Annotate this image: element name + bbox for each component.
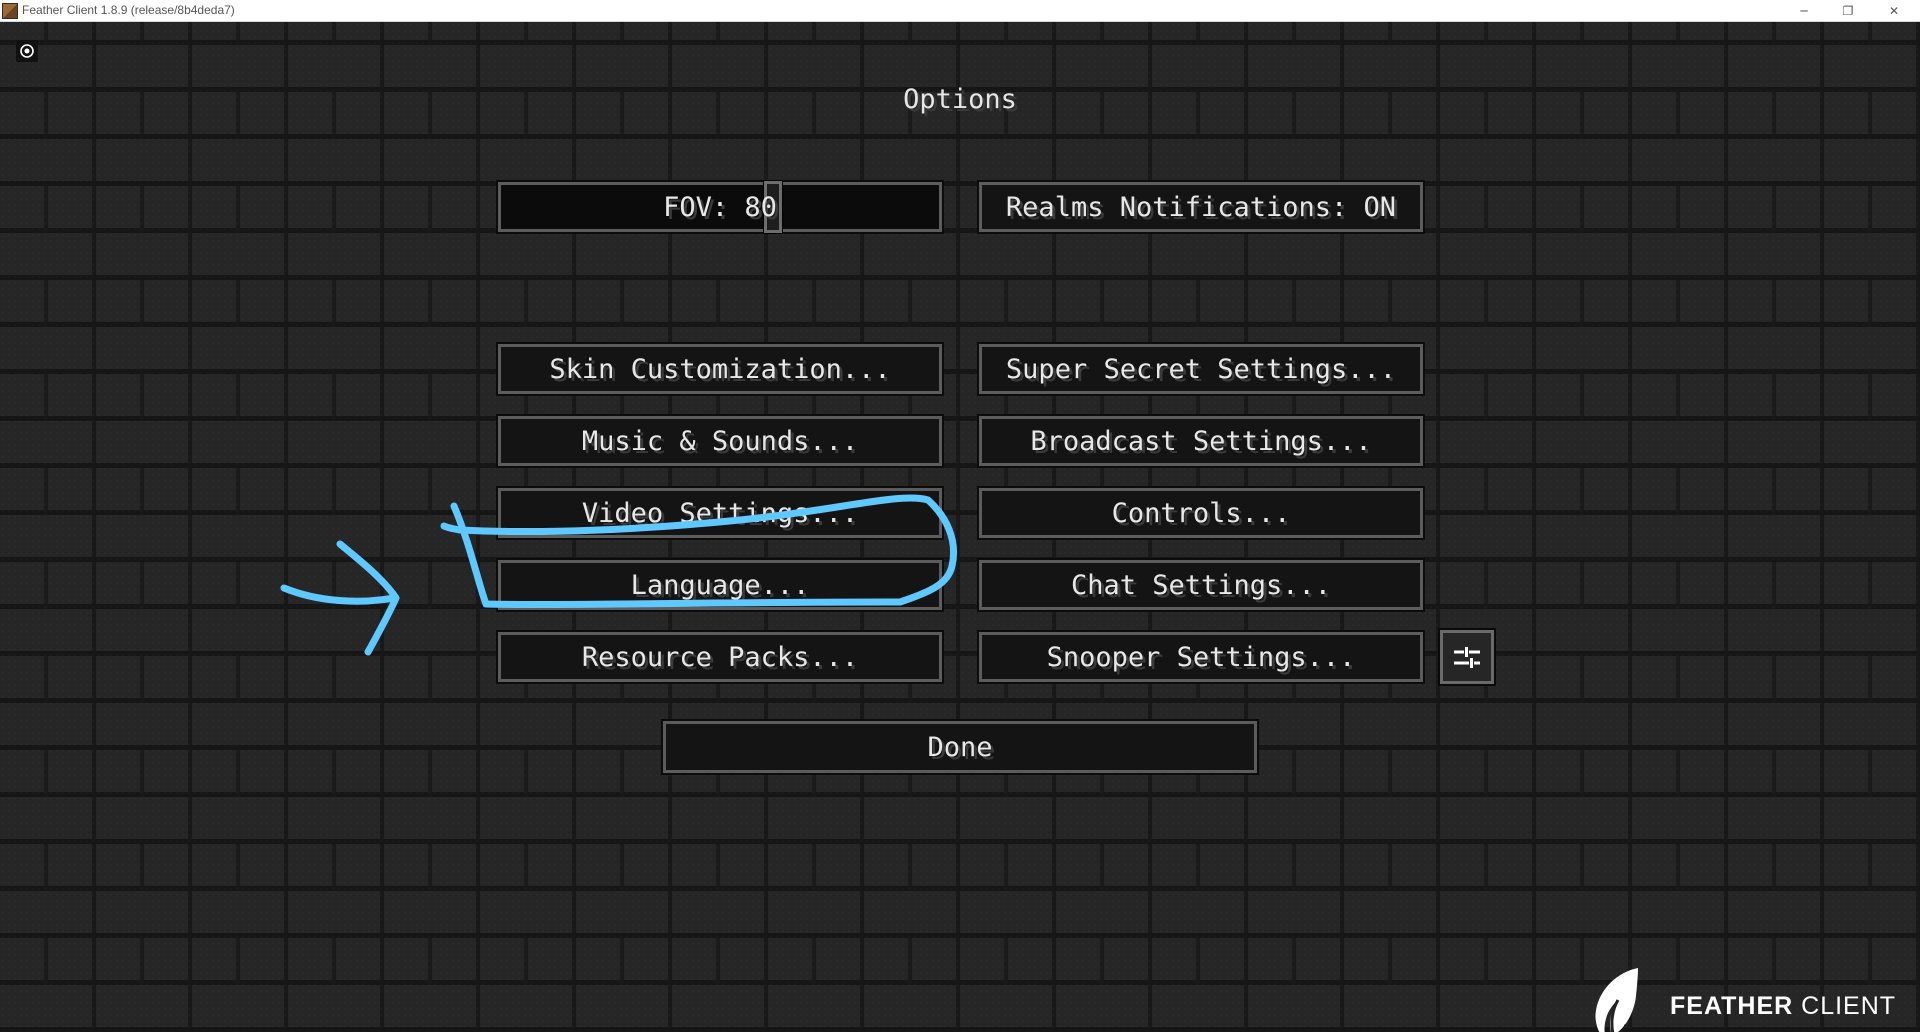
language-button[interactable]: Language... [496, 558, 944, 612]
minimize-icon[interactable]: ─ [1782, 0, 1826, 21]
brand-name-light: CLIENT [1801, 992, 1897, 1020]
window-title: Feather Client 1.8.9 (release/8b4deda7) [22, 3, 235, 17]
sliders-icon[interactable] [1438, 628, 1496, 686]
music-sounds-button[interactable]: Music & Sounds... [496, 414, 944, 468]
done-button[interactable]: Done [661, 719, 1259, 775]
chat-settings-button[interactable]: Chat Settings... [977, 558, 1425, 612]
snooper-settings-button[interactable]: Snooper Settings... [977, 630, 1425, 684]
resource-packs-button[interactable]: Resource Packs... [496, 630, 944, 684]
feather-client-brand: FEATHER CLIENT [1588, 966, 1908, 1032]
brand-name: FEATHER CLIENT [1670, 992, 1896, 1021]
window-titlebar: Feather Client 1.8.9 (release/8b4deda7) … [0, 0, 1920, 22]
page-title: Options [903, 84, 1017, 115]
super-secret-settings-button[interactable]: Super Secret Settings... [977, 342, 1425, 396]
skin-customization-button[interactable]: Skin Customization... [496, 342, 944, 396]
realms-notifications-button[interactable]: Realms Notifications: ON [977, 180, 1425, 234]
record-icon[interactable] [16, 40, 38, 62]
controls-button[interactable]: Controls... [977, 486, 1425, 540]
options-screen: Options FOV: 80 Realms Notifications: ON… [0, 22, 1920, 1032]
broadcast-settings-button[interactable]: Broadcast Settings... [977, 414, 1425, 468]
close-icon[interactable]: ✕ [1872, 0, 1916, 21]
video-settings-button[interactable]: Video Settings... [496, 486, 944, 540]
brand-name-bold: FEATHER [1670, 992, 1794, 1020]
fov-label: FOV: 80 [663, 191, 777, 223]
app-icon [2, 3, 18, 19]
restore-icon[interactable]: ❐ [1826, 0, 1870, 21]
fov-slider[interactable]: FOV: 80 [496, 180, 944, 234]
feather-logo-icon [1595, 968, 1638, 1032]
